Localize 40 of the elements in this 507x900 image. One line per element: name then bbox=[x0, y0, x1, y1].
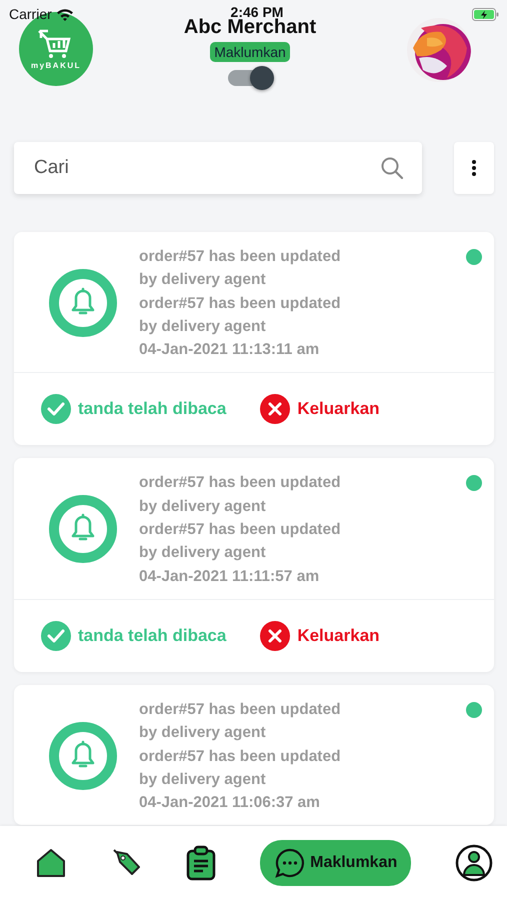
bell-icon bbox=[49, 495, 117, 564]
bell-icon bbox=[49, 722, 117, 790]
nav-tab[interactable] bbox=[186, 845, 216, 881]
notification-text: order#57 has been updated bbox=[139, 247, 341, 267]
nav-tab[interactable] bbox=[454, 844, 493, 882]
notification-text: order#57 has been updated bbox=[139, 520, 341, 540]
notification-time: 04-Jan-2021 11:11:57 am bbox=[139, 566, 320, 587]
profile-icon bbox=[454, 844, 493, 882]
close-icon bbox=[260, 394, 290, 424]
close-icon bbox=[260, 620, 290, 651]
logo-text: myBAKUL bbox=[30, 60, 82, 70]
search-field[interactable]: Cari bbox=[14, 142, 422, 194]
notification-text: by delivery agent bbox=[139, 316, 267, 337]
battery-icon bbox=[472, 8, 499, 20]
notification-text: order#57 has been updated bbox=[139, 473, 341, 494]
chat-icon bbox=[274, 847, 306, 879]
carrier-label: Carrier bbox=[9, 6, 52, 22]
nav-tab[interactable]: Maklumkan bbox=[260, 840, 412, 886]
notification-text: order#57 has been updated bbox=[139, 746, 341, 767]
notification-text: order#57 has been updated bbox=[139, 294, 341, 314]
status-badge: Maklumkan bbox=[210, 42, 290, 62]
wifi-icon bbox=[56, 8, 74, 20]
notification-time: 04-Jan-2021 11:13:11 am bbox=[139, 340, 320, 360]
search-icon bbox=[380, 156, 404, 180]
clipboard-icon bbox=[186, 845, 216, 881]
home-icon bbox=[35, 847, 67, 879]
notification-text: by delivery agent bbox=[139, 543, 267, 564]
remove-button[interactable]: Keluarkan bbox=[260, 620, 380, 651]
notification-text: by delivery agent bbox=[139, 270, 267, 290]
notification-text: order#57 has been updated bbox=[139, 700, 341, 720]
more-icon bbox=[472, 160, 476, 176]
nav-tab[interactable] bbox=[35, 847, 67, 879]
notification-text: by delivery agent bbox=[139, 496, 267, 517]
remove-button[interactable]: Keluarkan bbox=[260, 394, 380, 424]
check-icon bbox=[41, 394, 71, 424]
notification-time: 04-Jan-2021 11:06:37 am bbox=[139, 793, 321, 814]
notification-text: by delivery agent bbox=[139, 770, 267, 790]
bell-icon bbox=[49, 269, 117, 337]
notification-text: by delivery agent bbox=[139, 723, 267, 744]
check-icon bbox=[41, 620, 71, 651]
